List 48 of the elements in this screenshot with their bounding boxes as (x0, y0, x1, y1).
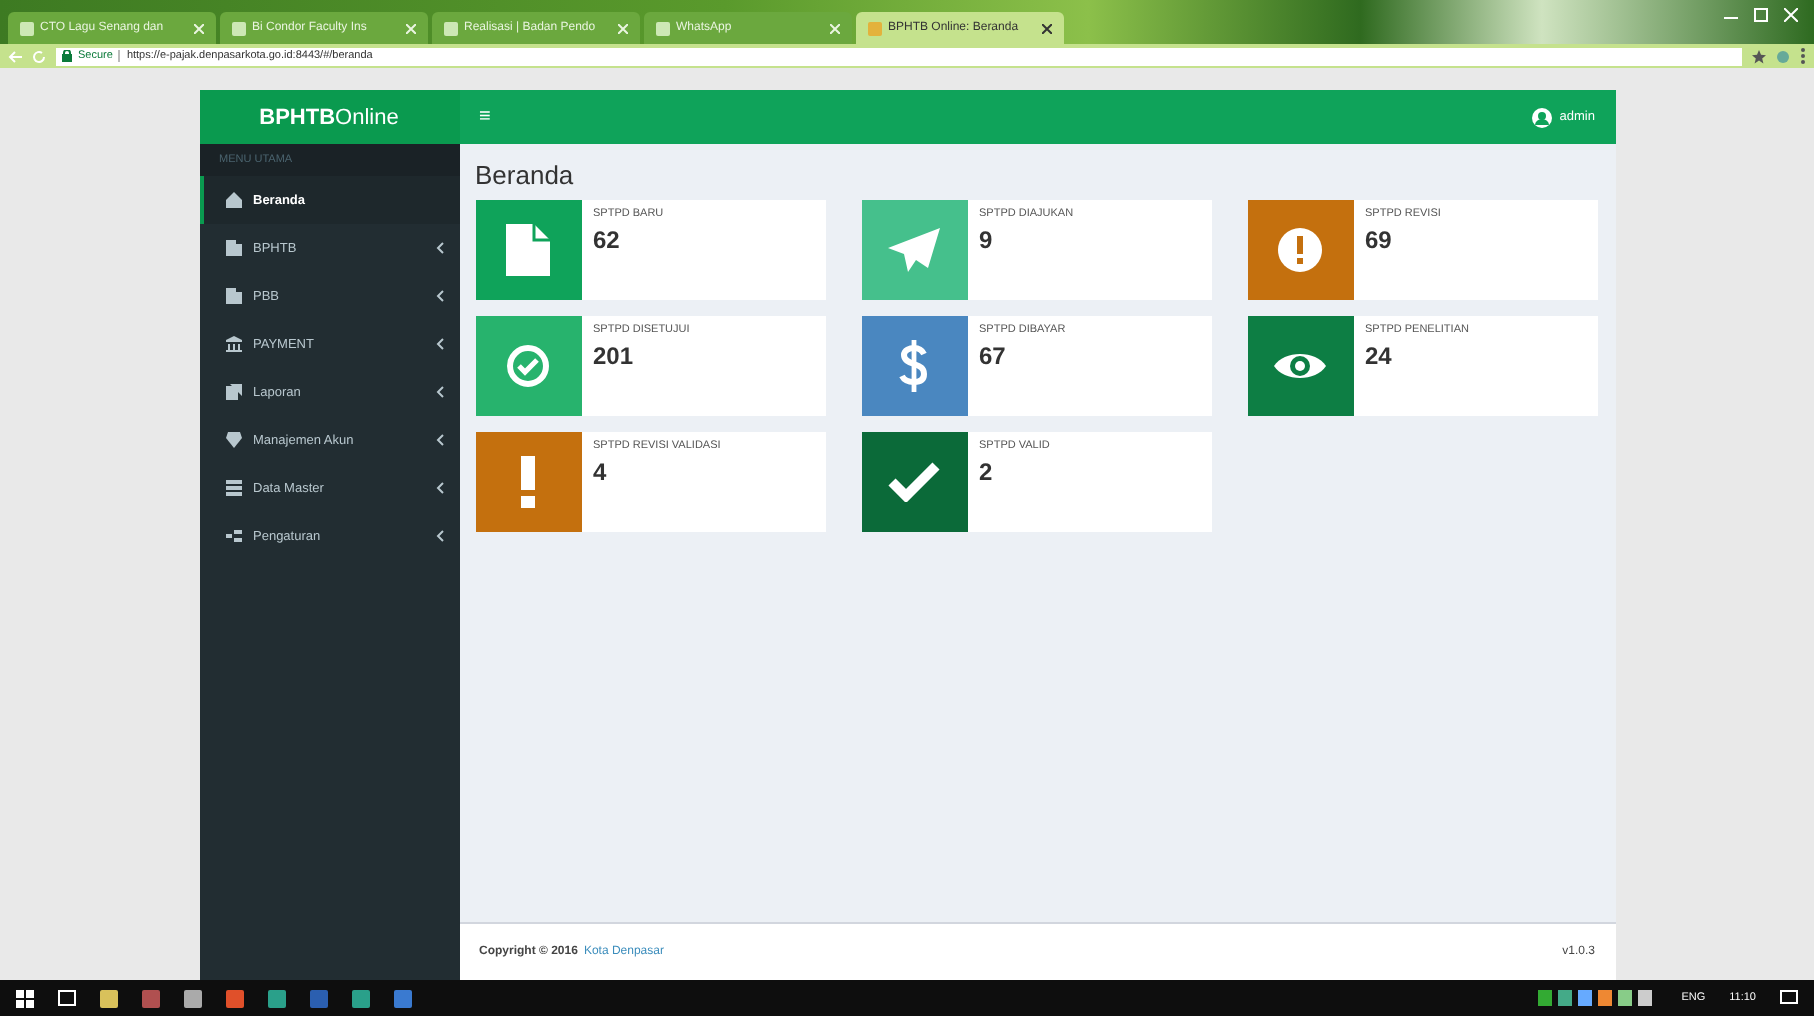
taskbar-app-icon[interactable] (226, 989, 244, 1007)
menu-item-icon (223, 190, 243, 210)
stat-value: 9 (979, 226, 995, 254)
tab-close-icon[interactable] (1042, 23, 1052, 33)
exclamation-icon (520, 456, 536, 508)
favicon-icon (232, 21, 246, 35)
task-view-icon[interactable] (58, 990, 76, 1006)
favicon-icon (868, 21, 882, 35)
stat-value: 67 (979, 342, 1008, 370)
paper-plane-icon (888, 228, 940, 272)
stat-value: 62 (593, 226, 622, 254)
lock-icon (62, 50, 72, 62)
taskbar-app-icon[interactable] (394, 989, 412, 1007)
stat-value: 4 (593, 458, 609, 486)
favicon-icon (20, 21, 34, 35)
favicon-icon (656, 21, 670, 35)
page-title: Beranda (475, 160, 576, 190)
document-icon (506, 224, 550, 276)
stat-value: 24 (1365, 342, 1394, 370)
menu-item-icon (223, 526, 243, 546)
menu-item-icon (223, 430, 243, 450)
menu-item-icon (223, 334, 243, 354)
notification-icon[interactable] (1780, 990, 1798, 1006)
stat-value: 2 (979, 458, 995, 486)
stat-value: 201 (593, 342, 636, 370)
favicon-icon (444, 21, 458, 35)
eye-icon (1272, 348, 1328, 384)
user-avatar-icon[interactable] (1531, 107, 1552, 127)
taskbar-app-icon[interactable] (100, 989, 118, 1007)
menu-item-icon (223, 238, 243, 258)
menu-icon[interactable] (1800, 48, 1806, 64)
dollar-icon (898, 338, 930, 394)
stat-value: 69 (1365, 226, 1394, 254)
maximize-icon[interactable] (1754, 8, 1768, 22)
windows-logo-icon[interactable] (16, 989, 34, 1007)
menu-item-icon (223, 478, 243, 498)
taskbar-app-icon[interactable] (268, 989, 286, 1007)
menu-item-icon (223, 382, 243, 402)
close-icon[interactable] (1784, 8, 1798, 22)
taskbar-app-icon[interactable] (184, 989, 202, 1007)
checkmark-icon (888, 462, 940, 502)
app-logo[interactable]: BPHTBOnline (199, 90, 459, 144)
check-circle-icon (506, 344, 550, 388)
menu-item-icon (223, 286, 243, 306)
taskbar-app-icon[interactable] (352, 989, 370, 1007)
tray-icons-drawing (1537, 990, 1658, 1006)
star-icon[interactable] (1752, 49, 1766, 63)
exclamation-circle-icon (1278, 228, 1322, 272)
